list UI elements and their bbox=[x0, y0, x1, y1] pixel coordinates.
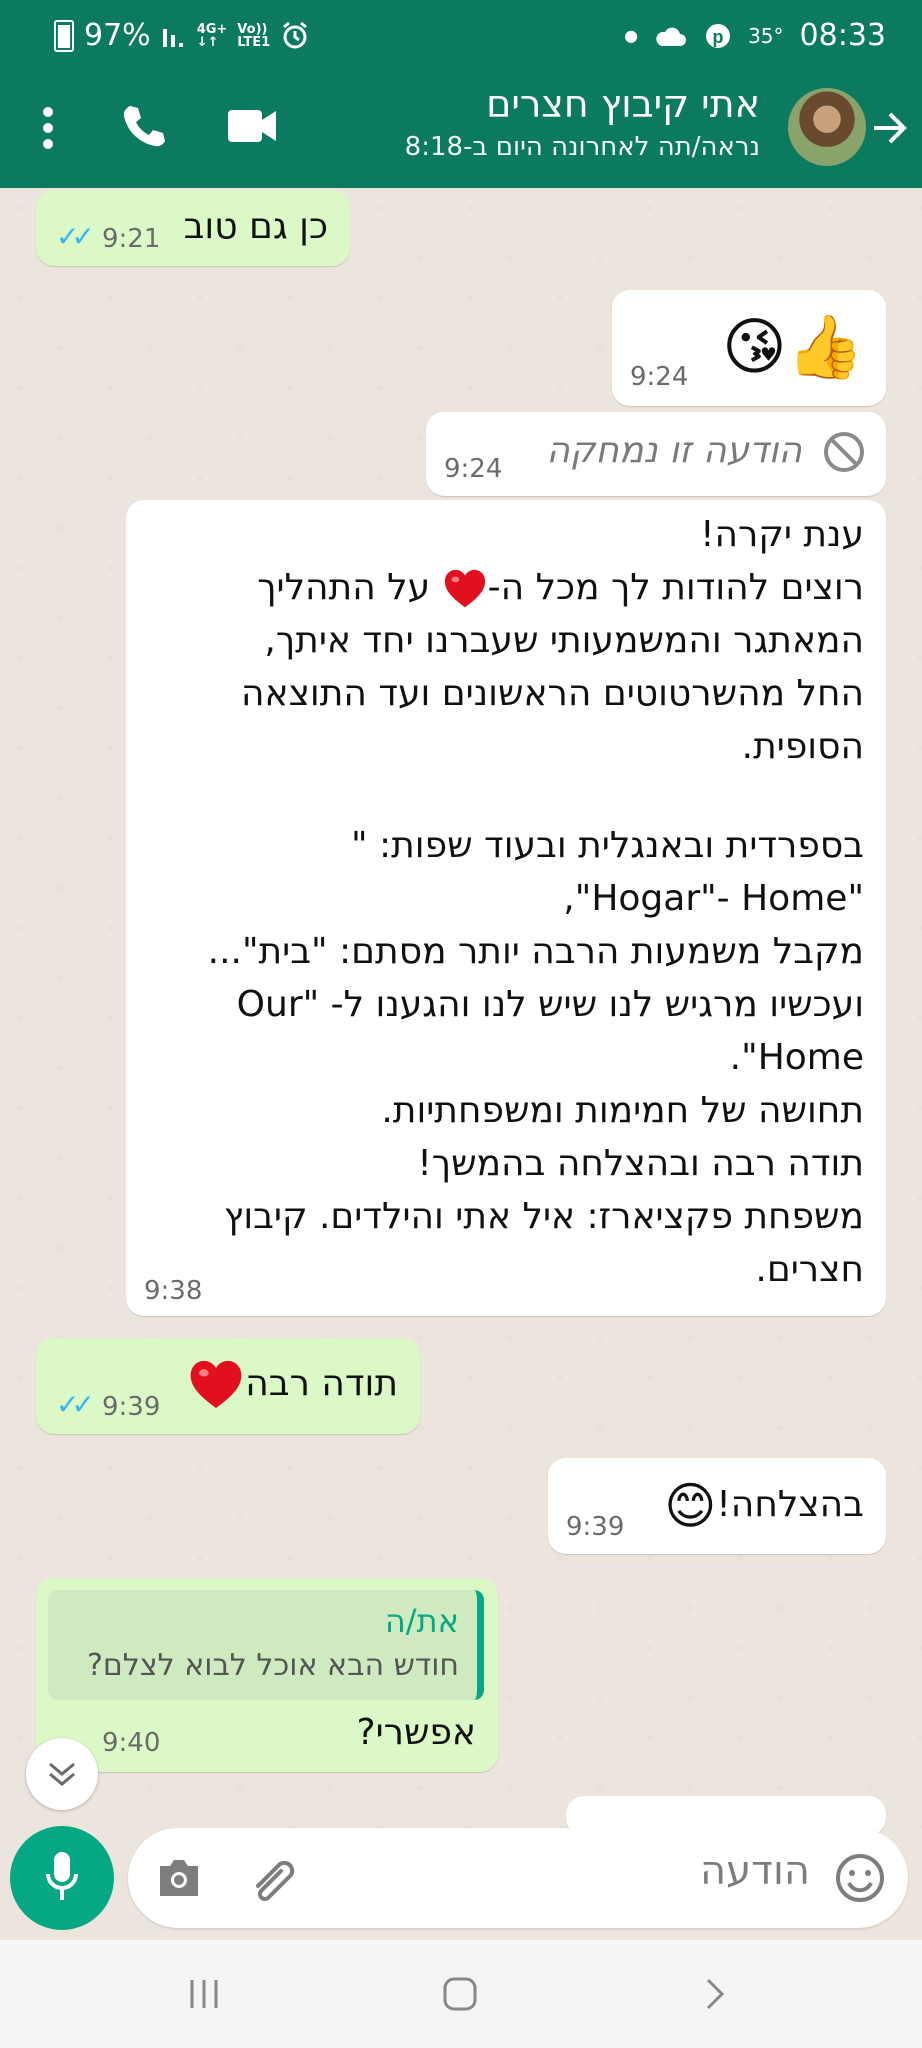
more-options-icon[interactable] bbox=[38, 104, 58, 152]
camera-icon[interactable] bbox=[156, 1858, 202, 1898]
home-icon[interactable] bbox=[442, 1976, 478, 2012]
message-bubble-incoming[interactable]: 👍😘 9:24 bbox=[612, 290, 886, 406]
battery-icon bbox=[54, 19, 74, 52]
alarm-icon bbox=[283, 21, 308, 48]
message-line: החל מהשרטוטים הראשונים ועד התוצאה bbox=[240, 673, 864, 714]
lte-label: LTE1 bbox=[237, 34, 271, 50]
message-line: מקבל משמעות הרבה יותר מסתם: "בית"... bbox=[207, 931, 864, 972]
message-line: ועכשיו מרגיש לנו שיש לנו והגענו ל- "Our bbox=[236, 984, 864, 1025]
message-line: בספרדית ובאנגלית ובעוד שפות: " bbox=[351, 825, 864, 866]
microphone-icon bbox=[46, 1852, 78, 1900]
avatar[interactable] bbox=[788, 88, 866, 166]
message-line: ענת יקרה! bbox=[700, 514, 864, 555]
message-bubble-incoming-long[interactable]: ענת יקרה! רוצים להודות לך מכל ה- על התהל… bbox=[126, 500, 886, 1316]
message-line: תודה רבה ובהצלחה בהמשך! bbox=[417, 1143, 864, 1184]
message-time: 9:38 bbox=[144, 1276, 203, 1306]
message-text: תודה רבה bbox=[187, 1356, 398, 1414]
message-line: המאתגר והמשמעותי שעברנו יחד איתך, bbox=[264, 620, 864, 661]
message-time: 9:39 bbox=[102, 1392, 161, 1422]
message-body: ענת יקרה! רוצים להודות לך מכל ה- על התהל… bbox=[144, 508, 864, 1296]
deleted-icon bbox=[824, 432, 864, 472]
battery-level: 97% bbox=[84, 18, 151, 53]
signal-icon bbox=[162, 28, 183, 47]
message-line: חצרים. bbox=[755, 1249, 864, 1290]
message-text: כן גם טוב bbox=[183, 206, 328, 247]
message-line: משפחת פקציארז: איל אתי והילדים. קיבוץ bbox=[223, 1196, 864, 1237]
message-input-placeholder: הודעה bbox=[699, 1848, 810, 1894]
message-input[interactable]: הודעה bbox=[128, 1828, 908, 1928]
contact-name[interactable]: אתי קיבוץ חצרים bbox=[486, 82, 760, 126]
message-line: תחושה של חמימות ומשפחתיות. bbox=[381, 1090, 864, 1131]
voice-record-button[interactable] bbox=[10, 1826, 114, 1930]
thumbs-up-icon: 👍 bbox=[786, 309, 864, 383]
read-ticks-icon: ✓✓ bbox=[56, 220, 95, 253]
read-ticks-icon: ✓✓ bbox=[56, 1388, 95, 1421]
deleted-message-text: הודעה זו נמחקה bbox=[546, 430, 802, 471]
smiling-emoji-icon: 😊 bbox=[664, 1476, 717, 1535]
message-text: בהצלחה!😊 bbox=[664, 1476, 864, 1535]
message-emoji: 👍😘 bbox=[722, 308, 864, 382]
quote-text: חודש הבא אוכל לבוא לצלם? bbox=[86, 1648, 459, 1683]
emoji-icon[interactable] bbox=[834, 1852, 886, 1904]
status-bar: 97% 4G+ ↓↑ Vo)) LTE1 ● p 35° 08:33 bbox=[0, 0, 922, 78]
message-bubble-outgoing[interactable]: כן גם טוב 9:21 ✓✓ bbox=[36, 190, 350, 266]
quote-author: את/ה bbox=[384, 1602, 459, 1640]
message-time: 9:39 bbox=[566, 1512, 625, 1542]
message-text: אפשרי? bbox=[356, 1712, 476, 1753]
message-time: 9:24 bbox=[444, 454, 503, 484]
recent-apps-icon[interactable] bbox=[186, 1976, 222, 2012]
back-arrow-icon[interactable] bbox=[870, 108, 910, 148]
paperclip-icon[interactable] bbox=[250, 1856, 300, 1902]
cloud-icon bbox=[656, 27, 687, 46]
message-bubble-incoming[interactable]: בהצלחה!😊 9:39 bbox=[548, 1458, 886, 1554]
pinterest-icon: p bbox=[706, 23, 731, 48]
svg-text:p: p bbox=[713, 27, 724, 47]
message-bubble-deleted[interactable]: הודעה זו נמחקה 9:24 bbox=[426, 412, 886, 496]
red-heart-icon bbox=[190, 1360, 242, 1408]
video-call-icon[interactable] bbox=[228, 108, 278, 144]
temperature: 35° bbox=[748, 23, 784, 48]
red-heart-icon bbox=[444, 569, 485, 608]
voice-call-icon[interactable] bbox=[120, 102, 168, 150]
quoted-message[interactable]: את/ה חודש הבא אוכל לבוא לצלם? bbox=[48, 1590, 484, 1700]
chevron-double-down-icon bbox=[49, 1762, 75, 1786]
clock: 08:33 bbox=[799, 18, 886, 53]
kiss-emoji-icon: 😘 bbox=[722, 309, 787, 383]
message-line-with-heart: רוצים להודות לך מכל ה- על התהליך bbox=[144, 561, 864, 614]
message-time: 9:40 bbox=[102, 1728, 161, 1758]
system-navigation-bar bbox=[0, 1940, 922, 2048]
message-time: 9:24 bbox=[630, 362, 689, 392]
message-line: הסופית. bbox=[741, 726, 864, 767]
scroll-to-bottom-button[interactable] bbox=[26, 1738, 98, 1810]
message-line: "Hogar"- Home", bbox=[563, 878, 864, 919]
message-line: Home". bbox=[729, 1037, 864, 1078]
dot-icon: ● bbox=[624, 26, 639, 45]
message-bubble-outgoing[interactable]: תודה רבה 9:39 ✓✓ bbox=[36, 1338, 420, 1434]
message-bubble-outgoing-reply[interactable]: את/ה חודש הבא אוכל לבוא לצלם? אפשרי? 9:4… bbox=[36, 1578, 498, 1772]
chat-header: אתי קיבוץ חצרים נראה/תה לאחרונה היום ב-8… bbox=[0, 78, 922, 188]
last-seen-status: נראה/תה לאחרונה היום ב-8:18 bbox=[404, 132, 760, 162]
back-icon[interactable] bbox=[704, 1976, 728, 2012]
message-time: 9:21 bbox=[102, 224, 161, 254]
network-type-sub: ↓↑ bbox=[196, 34, 219, 50]
